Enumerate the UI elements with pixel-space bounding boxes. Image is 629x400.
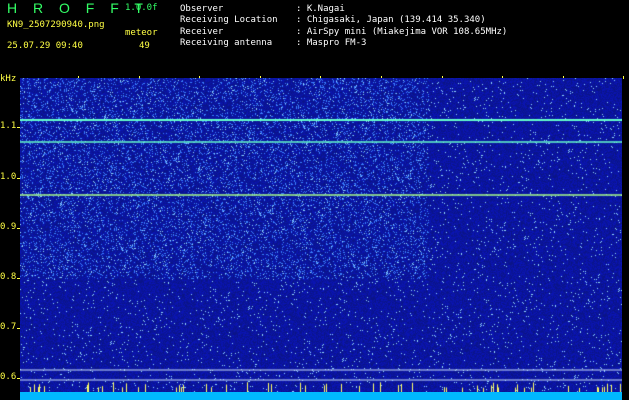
info-antenna-value: : Maspro FM-3 [296, 38, 367, 48]
filename-label: KN9_2507290940.png [7, 20, 105, 30]
meteor-count: 49 [139, 41, 150, 51]
info-antenna-label: Receiving antenna [180, 38, 273, 48]
waterfall-spectrogram [20, 78, 622, 400]
info-location-value: : Chigasaki, Japan (139.414 35.340) [296, 15, 486, 25]
y-tick-label: 1.0 [0, 172, 17, 182]
x-tick-mark [623, 76, 625, 79]
datetime-label: 25.07.29 09:40 [7, 41, 83, 51]
y-tick-label: 0.6 [0, 372, 17, 382]
y-tick-label: 0.8 [0, 272, 17, 282]
waterfall-canvas [20, 78, 622, 400]
bottom-signal-bar [20, 392, 622, 400]
y-axis-unit: kHz [0, 74, 17, 84]
meteor-label: meteor [125, 28, 158, 38]
y-tick-label: 0.9 [0, 222, 17, 232]
info-location-label: Receiving Location [180, 15, 278, 25]
y-tick-label: 0.7 [0, 322, 17, 332]
version-label: 1.0.0f [125, 3, 158, 13]
y-tick-label: 1.1 [0, 121, 17, 131]
